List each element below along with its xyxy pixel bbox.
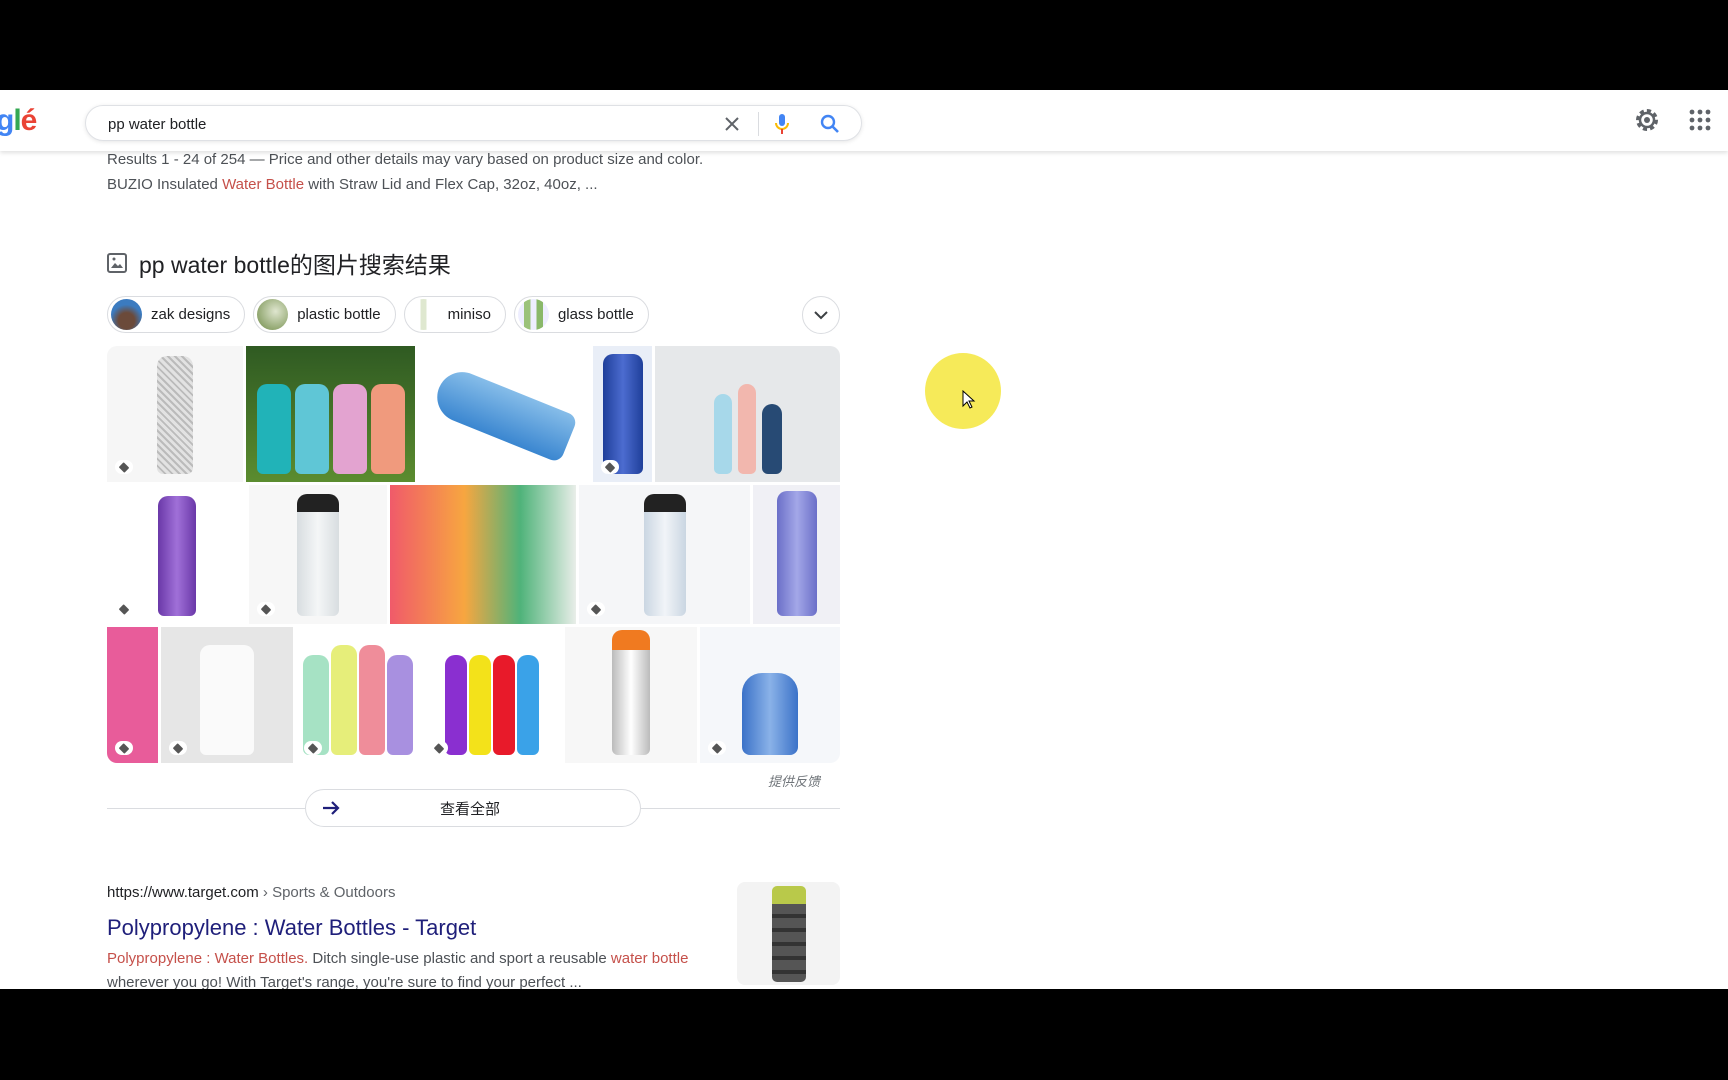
image-result[interactable] [296,627,419,763]
product-tag-icon [708,741,726,755]
chip-label: glass bottle [557,306,634,323]
snippet-highlight: Water Bottle [222,176,305,193]
snippet-text: Ditch single-use plastic and sport a reu… [308,950,611,967]
result-snippet: Polypropylene : Water Bottles. Ditch sin… [107,950,688,967]
chip-thumbnail [257,299,289,330]
result-snippet-line2: wherever you go! With Target's range, yo… [107,974,582,989]
microphone-icon[interactable] [770,112,794,136]
snippet-highlight: Polypropylene : Water Bottles. [107,950,309,967]
result-title-link[interactable]: Polypropylene : Water Bottles - Target [107,915,476,941]
snippet-highlight: water bottle [610,950,689,967]
results-summary: Results 1 - 24 of 254 — Price and other … [107,151,704,168]
image-grid [107,346,840,763]
result-url[interactable]: https://www.target.com › Sports & Outdoo… [107,884,395,901]
product-tag-icon [169,741,187,755]
images-heading: pp water bottle的图片搜索结果 [107,246,451,280]
expand-chips-button[interactable] [802,296,840,334]
chip-miniso[interactable]: miniso [403,296,506,333]
search-input[interactable] [108,112,708,136]
chip-label: plastic bottle [297,306,381,323]
result-snippet: BUZIO Insulated Water Bottle with Straw … [107,176,598,193]
close-icon[interactable] [720,112,744,136]
search-results-page: glé Results 1 - 24 of 254 — Price and ot… [0,90,1728,989]
chip-glass-bottle[interactable]: glass bottle [513,296,649,333]
divider [107,808,305,809]
gear-icon[interactable] [1633,106,1661,134]
search-icon[interactable] [818,112,842,136]
divider [758,112,759,136]
image-result[interactable] [655,346,840,482]
snippet-text: with Straw Lid and Flex Cap, 32oz, 40oz,… [304,176,598,193]
image-result[interactable] [107,627,158,763]
images-heading-text[interactable]: pp water bottle的图片搜索结果 [139,246,451,280]
result-thumbnail[interactable] [737,882,840,985]
image-result[interactable] [579,485,750,624]
image-result[interactable] [390,485,576,624]
image-result[interactable] [422,627,562,763]
product-tag-icon [601,460,619,474]
image-result[interactable] [418,346,590,482]
divider [641,808,840,809]
product-tag-icon [304,741,322,755]
image-result[interactable] [107,346,243,482]
url-text: https://www.target.com [107,884,259,901]
header: glé [0,90,1728,151]
product-tag-icon [115,460,133,474]
refinement-chips: zak designs plastic bottle miniso glass … [107,296,649,333]
chevron-down-icon [814,311,828,320]
product-tag-icon [115,741,133,755]
product-tag-icon [430,741,448,755]
feedback-link[interactable]: 提供反馈 [768,771,820,790]
image-result[interactable] [161,627,293,763]
chip-zak-designs[interactable]: zak designs [107,296,246,333]
image-result[interactable] [107,485,246,624]
chip-thumbnail [407,299,439,330]
chip-label: miniso [447,306,491,323]
breadcrumb: › Sports & Outdoors [258,884,396,901]
image-result[interactable] [565,627,697,763]
google-logo[interactable]: glé [0,104,37,138]
apps-grid-icon[interactable] [1686,106,1714,134]
image-result[interactable] [246,346,415,482]
image-result[interactable] [249,485,387,624]
chip-plastic-bottle[interactable]: plastic bottle [253,296,396,333]
snippet-text: BUZIO Insulated [107,176,223,193]
view-all-label: 查看全部 [439,800,500,818]
view-all-button[interactable]: 查看全部 [305,789,641,827]
arrow-right-icon [323,801,340,815]
product-tag-icon [257,602,275,616]
mouse-cursor-icon [962,390,976,409]
chip-thumbnail [517,299,549,330]
image-result[interactable] [700,627,840,763]
image-result[interactable] [753,485,840,624]
product-tag-icon [115,602,133,616]
product-tag-icon [587,602,605,616]
search-box [85,105,862,141]
chip-label: zak designs [151,306,231,323]
chip-thumbnail [111,299,142,330]
image-result[interactable] [593,346,652,482]
image-icon [107,253,127,273]
